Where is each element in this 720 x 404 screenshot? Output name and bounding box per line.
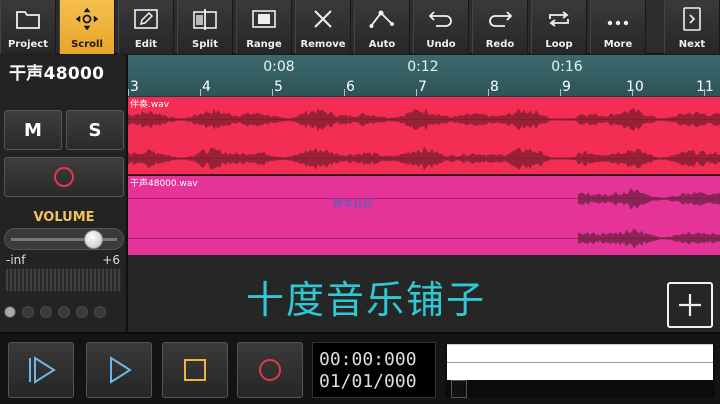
split-button[interactable]: Split bbox=[177, 0, 233, 54]
split-label: Split bbox=[192, 39, 218, 50]
page-dot[interactable] bbox=[94, 306, 106, 318]
overview-handle[interactable] bbox=[451, 380, 467, 398]
song-overview[interactable] bbox=[445, 344, 715, 398]
play-from-start-icon bbox=[29, 356, 56, 384]
volume-slider[interactable] bbox=[4, 228, 124, 250]
loop-button[interactable]: Loop bbox=[531, 0, 587, 54]
more-icon bbox=[604, 7, 632, 31]
toolbar: Project Scroll Edit Split Range Remove A… bbox=[0, 0, 720, 54]
project-button[interactable]: Project bbox=[0, 0, 56, 54]
scroll-button[interactable]: Scroll bbox=[59, 0, 115, 54]
range-button[interactable]: Range bbox=[236, 0, 292, 54]
timeline-ruler[interactable]: 0:08 0:12 0:16 3 4 5 6 7 8 9 10 11 bbox=[128, 55, 720, 97]
play-icon bbox=[110, 356, 132, 384]
record-circle-icon bbox=[54, 167, 74, 187]
beat-marker: 3 bbox=[130, 79, 139, 95]
beat-marker: 6 bbox=[346, 79, 355, 95]
position-readout: 01/01/000 bbox=[319, 371, 417, 392]
volume-label: VOLUME bbox=[33, 210, 95, 225]
track-header: 干声48000 M S VOLUME -inf +6 bbox=[0, 55, 128, 332]
clip-name: 伴奏.wav bbox=[130, 100, 170, 110]
move-icon bbox=[73, 7, 101, 31]
page-dot[interactable] bbox=[40, 306, 52, 318]
remove-label: Remove bbox=[300, 39, 346, 50]
play-button[interactable] bbox=[86, 342, 152, 398]
play-from-start-button[interactable] bbox=[8, 342, 74, 398]
watermark-text: 十度音乐铺子 bbox=[246, 278, 487, 322]
track-lanes: 伴奏.wav 干声48000.wav 绵羊社区 bbox=[128, 97, 720, 255]
record-icon bbox=[259, 359, 281, 381]
auto-button[interactable]: Auto bbox=[354, 0, 410, 54]
beat-marker: 5 bbox=[274, 79, 283, 95]
more-button[interactable]: More bbox=[590, 0, 646, 54]
redo-icon bbox=[486, 7, 514, 31]
audio-clip-vocal[interactable]: 干声48000.wav 绵羊社区 bbox=[128, 176, 720, 255]
solo-button[interactable]: S bbox=[66, 110, 124, 150]
close-icon bbox=[309, 7, 337, 31]
range-icon bbox=[250, 7, 278, 31]
edit-button[interactable]: Edit bbox=[118, 0, 174, 54]
record-arm-button[interactable] bbox=[4, 157, 124, 197]
undo-icon bbox=[427, 7, 455, 31]
auto-label: Auto bbox=[368, 39, 396, 50]
track-name[interactable]: 干声48000 bbox=[9, 59, 104, 84]
plus-icon bbox=[679, 294, 701, 316]
empty-track-area[interactable]: 十度音乐铺子 bbox=[128, 255, 720, 332]
volume-slider-knob[interactable] bbox=[83, 230, 103, 249]
next-label: Next bbox=[678, 39, 706, 50]
waveform bbox=[128, 188, 720, 249]
time-display[interactable]: 00:00:000 01/01/000 bbox=[312, 342, 436, 398]
beat-marker: 10 bbox=[626, 79, 644, 95]
watermark-small: 绵羊社区 bbox=[333, 199, 373, 210]
redo-button[interactable]: Redo bbox=[472, 0, 528, 54]
edit-label: Edit bbox=[134, 39, 158, 50]
undo-label: Undo bbox=[426, 39, 456, 50]
range-label: Range bbox=[246, 39, 282, 50]
split-icon bbox=[191, 7, 219, 31]
remove-button[interactable]: Remove bbox=[295, 0, 351, 54]
level-meter bbox=[6, 269, 122, 291]
beat-marker: 4 bbox=[202, 79, 211, 95]
waveform bbox=[128, 107, 720, 171]
folder-icon bbox=[14, 7, 42, 31]
time-marker: 0:12 bbox=[407, 59, 439, 75]
undo-button[interactable]: Undo bbox=[413, 0, 469, 54]
record-button[interactable] bbox=[237, 342, 303, 398]
transport-bar: 00:00:000 01/01/000 bbox=[0, 332, 720, 404]
time-marker: 0:16 bbox=[551, 59, 583, 75]
mute-button[interactable]: M bbox=[4, 110, 62, 150]
audio-clip-accompaniment[interactable]: 伴奏.wav bbox=[128, 97, 720, 175]
scroll-label: Scroll bbox=[71, 39, 103, 50]
volume-min-label: -inf bbox=[6, 253, 26, 267]
beat-marker: 9 bbox=[562, 79, 571, 95]
redo-label: Redo bbox=[485, 39, 515, 50]
time-readout: 00:00:000 bbox=[319, 349, 417, 370]
stop-button[interactable] bbox=[162, 342, 228, 398]
more-label: More bbox=[603, 39, 633, 50]
beat-marker: 7 bbox=[418, 79, 427, 95]
stop-icon bbox=[184, 359, 206, 381]
time-marker: 0:08 bbox=[263, 59, 295, 75]
overview-band bbox=[447, 344, 713, 380]
clip-name: 干声48000.wav bbox=[130, 179, 198, 189]
page-dots bbox=[4, 306, 106, 318]
loop-icon bbox=[545, 7, 573, 31]
add-track-button[interactable] bbox=[667, 282, 713, 328]
automation-icon bbox=[368, 7, 396, 31]
loop-label: Loop bbox=[545, 39, 573, 50]
page-dot[interactable] bbox=[4, 306, 16, 318]
page-dot[interactable] bbox=[22, 306, 34, 318]
project-label: Project bbox=[7, 39, 49, 50]
next-button[interactable]: Next bbox=[664, 0, 720, 54]
page-dot[interactable] bbox=[58, 306, 70, 318]
beat-marker: 8 bbox=[490, 79, 499, 95]
next-page-icon bbox=[678, 7, 706, 31]
page-dot[interactable] bbox=[76, 306, 88, 318]
volume-max-label: +6 bbox=[102, 253, 120, 267]
pencil-icon bbox=[132, 7, 160, 31]
